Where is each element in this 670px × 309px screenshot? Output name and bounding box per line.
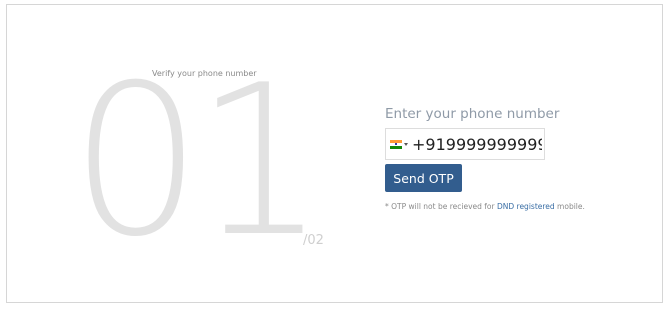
step-total: /02 [303,233,324,248]
send-otp-button[interactable]: Send OTP [385,164,462,192]
otp-note: * OTP will not be recieved for DND regis… [385,202,585,211]
note-prefix: * OTP will not be recieved for [385,202,497,211]
step-number: 01 [70,41,327,283]
form-title: Enter your phone number [385,106,560,122]
dnd-registered-link[interactable]: DND registered [497,202,555,211]
note-suffix: mobile. [554,202,585,211]
chevron-down-icon[interactable] [404,142,408,146]
india-flag-icon[interactable] [390,139,402,149]
phone-input[interactable] [412,134,542,154]
phone-field [385,128,545,160]
